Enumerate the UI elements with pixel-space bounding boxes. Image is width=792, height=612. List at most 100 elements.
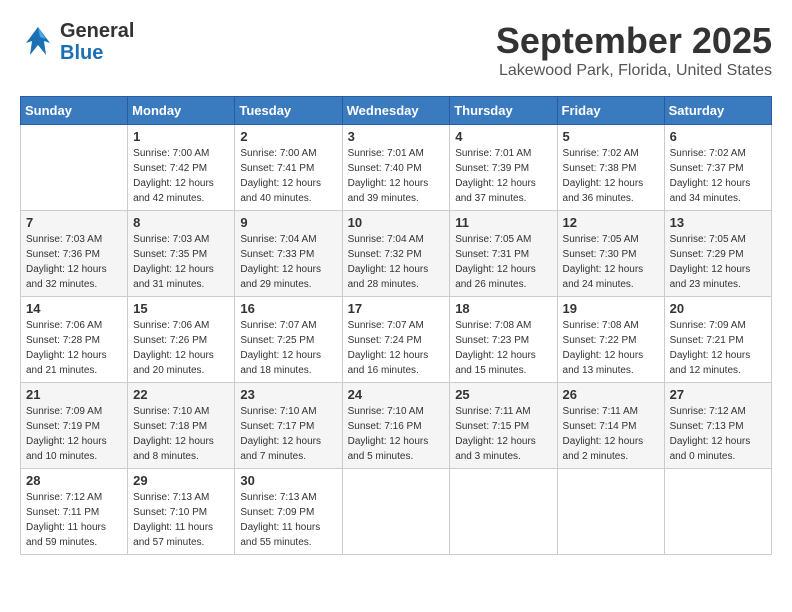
day-number: 16 <box>240 301 336 316</box>
calendar-cell: 11 Sunrise: 7:05 AMSunset: 7:31 PMDayligh… <box>450 211 557 297</box>
calendar-cell <box>450 469 557 555</box>
calendar-cell: 27Sunrise: 7:12 AMSunset: 7:13 PMDayligh… <box>664 383 771 469</box>
day-info: Sunrise: 7:00 AMSunset: 7:42 PMDaylight:… <box>133 146 229 206</box>
calendar-week-row: 21 Sunrise: 7:09 AMSunset: 7:19 PMDayligh… <box>21 383 772 469</box>
day-number: 24 <box>348 387 445 402</box>
calendar-cell: 8 Sunrise: 7:03 AMSunset: 7:35 PMDaylight… <box>128 211 235 297</box>
day-number: 6 <box>670 129 766 144</box>
day-info: Sunrise: 7:01 AMSunset: 7:40 PMDaylight:… <box>348 146 445 206</box>
calendar-cell: 4Sunrise: 7:01 AMSunset: 7:39 PMDaylight… <box>450 125 557 211</box>
calendar-table: SundayMondayTuesdayWednesdayThursdayFrid… <box>20 96 772 555</box>
day-info: Sunrise: 7:09 AMSunset: 7:21 PMDaylight:… <box>670 318 766 378</box>
calendar-cell: 6 Sunrise: 7:02 AMSunset: 7:37 PMDaylight… <box>664 125 771 211</box>
calendar-cell <box>21 125 128 211</box>
day-number: 17 <box>348 301 445 316</box>
day-info: Sunrise: 7:07 AMSunset: 7:25 PMDaylight:… <box>240 318 336 378</box>
day-number: 11 <box>455 215 551 230</box>
calendar-cell: 5Sunrise: 7:02 AMSunset: 7:38 PMDaylight… <box>557 125 664 211</box>
weekday-header: Thursday <box>450 97 557 125</box>
day-number: 1 <box>133 129 229 144</box>
day-info: Sunrise: 7:07 AMSunset: 7:24 PMDaylight:… <box>348 318 445 378</box>
weekday-header: Wednesday <box>342 97 450 125</box>
day-info: Sunrise: 7:02 AMSunset: 7:37 PMDaylight:… <box>670 146 766 206</box>
calendar-cell <box>664 469 771 555</box>
day-number: 20 <box>670 301 766 316</box>
weekday-header: Saturday <box>664 97 771 125</box>
day-info: Sunrise: 7:05 AMSunset: 7:31 PMDaylight:… <box>455 232 551 292</box>
day-info: Sunrise: 7:12 AMSunset: 7:13 PMDaylight:… <box>670 404 766 464</box>
page-header: General Blue September 2025 Lakewood Par… <box>20 20 772 80</box>
day-info: Sunrise: 7:03 AMSunset: 7:35 PMDaylight:… <box>133 232 229 292</box>
calendar-cell <box>557 469 664 555</box>
weekday-header-row: SundayMondayTuesdayWednesdayThursdayFrid… <box>21 97 772 125</box>
day-number: 21 <box>26 387 122 402</box>
day-number: 12 <box>563 215 659 230</box>
day-number: 30 <box>240 473 336 488</box>
day-info: Sunrise: 7:10 AMSunset: 7:17 PMDaylight:… <box>240 404 336 464</box>
calendar-cell <box>342 469 450 555</box>
calendar-cell: 14 Sunrise: 7:06 AMSunset: 7:28 PMDayligh… <box>21 297 128 383</box>
day-number: 8 <box>133 215 229 230</box>
day-info: Sunrise: 7:10 AMSunset: 7:18 PMDaylight:… <box>133 404 229 464</box>
day-number: 18 <box>455 301 551 316</box>
day-info: Sunrise: 7:01 AMSunset: 7:39 PMDaylight:… <box>455 146 551 206</box>
calendar-cell: 24 Sunrise: 7:10 AMSunset: 7:16 PMDayligh… <box>342 383 450 469</box>
logo-icon <box>20 23 56 64</box>
logo-text: General Blue <box>60 20 134 64</box>
calendar-cell: 7 Sunrise: 7:03 AMSunset: 7:36 PMDaylight… <box>21 211 128 297</box>
day-number: 3 <box>348 129 445 144</box>
day-info: Sunrise: 7:11 AMSunset: 7:15 PMDaylight:… <box>455 404 551 464</box>
calendar-cell: 15Sunrise: 7:06 AMSunset: 7:26 PMDayligh… <box>128 297 235 383</box>
calendar-cell: 1 Sunrise: 7:00 AMSunset: 7:42 PMDaylight… <box>128 125 235 211</box>
weekday-header: Monday <box>128 97 235 125</box>
weekday-header: Tuesday <box>235 97 342 125</box>
calendar-cell: 22Sunrise: 7:10 AMSunset: 7:18 PMDayligh… <box>128 383 235 469</box>
calendar-cell: 13Sunrise: 7:05 AMSunset: 7:29 PMDayligh… <box>664 211 771 297</box>
day-info: Sunrise: 7:05 AMSunset: 7:30 PMDaylight:… <box>563 232 659 292</box>
day-info: Sunrise: 7:05 AMSunset: 7:29 PMDaylight:… <box>670 232 766 292</box>
logo-general-text: General <box>60 20 134 42</box>
calendar-cell: 9 Sunrise: 7:04 AMSunset: 7:33 PMDaylight… <box>235 211 342 297</box>
day-info: Sunrise: 7:13 AMSunset: 7:10 PMDaylight:… <box>133 490 229 550</box>
day-number: 28 <box>26 473 122 488</box>
day-number: 2 <box>240 129 336 144</box>
weekday-header: Friday <box>557 97 664 125</box>
day-number: 14 <box>26 301 122 316</box>
calendar-cell: 17 Sunrise: 7:07 AMSunset: 7:24 PMDayligh… <box>342 297 450 383</box>
day-info: Sunrise: 7:10 AMSunset: 7:16 PMDaylight:… <box>348 404 445 464</box>
calendar-cell: 20 Sunrise: 7:09 AMSunset: 7:21 PMDayligh… <box>664 297 771 383</box>
day-number: 26 <box>563 387 659 402</box>
day-info: Sunrise: 7:09 AMSunset: 7:19 PMDaylight:… <box>26 404 122 464</box>
calendar-cell: 2 Sunrise: 7:00 AMSunset: 7:41 PMDaylight… <box>235 125 342 211</box>
day-info: Sunrise: 7:04 AMSunset: 7:33 PMDaylight:… <box>240 232 336 292</box>
calendar-cell: 3 Sunrise: 7:01 AMSunset: 7:40 PMDaylight… <box>342 125 450 211</box>
calendar-cell: 12 Sunrise: 7:05 AMSunset: 7:30 PMDayligh… <box>557 211 664 297</box>
calendar-cell: 21 Sunrise: 7:09 AMSunset: 7:19 PMDayligh… <box>21 383 128 469</box>
day-number: 7 <box>26 215 122 230</box>
day-number: 23 <box>240 387 336 402</box>
calendar-cell: 26 Sunrise: 7:11 AMSunset: 7:14 PMDayligh… <box>557 383 664 469</box>
calendar-week-row: 28Sunrise: 7:12 AMSunset: 7:11 PMDayligh… <box>21 469 772 555</box>
calendar-cell: 28Sunrise: 7:12 AMSunset: 7:11 PMDayligh… <box>21 469 128 555</box>
day-info: Sunrise: 7:11 AMSunset: 7:14 PMDaylight:… <box>563 404 659 464</box>
day-number: 5 <box>563 129 659 144</box>
day-number: 15 <box>133 301 229 316</box>
calendar-week-row: 14 Sunrise: 7:06 AMSunset: 7:28 PMDayligh… <box>21 297 772 383</box>
day-info: Sunrise: 7:06 AMSunset: 7:28 PMDaylight:… <box>26 318 122 378</box>
day-number: 19 <box>563 301 659 316</box>
calendar-cell: 25 Sunrise: 7:11 AMSunset: 7:15 PMDayligh… <box>450 383 557 469</box>
day-info: Sunrise: 7:00 AMSunset: 7:41 PMDaylight:… <box>240 146 336 206</box>
month-title: September 2025 <box>496 20 772 62</box>
day-number: 25 <box>455 387 551 402</box>
day-info: Sunrise: 7:13 AMSunset: 7:09 PMDaylight:… <box>240 490 336 550</box>
location-text: Lakewood Park, Florida, United States <box>496 62 772 80</box>
day-number: 10 <box>348 215 445 230</box>
calendar-cell: 19Sunrise: 7:08 AMSunset: 7:22 PMDayligh… <box>557 297 664 383</box>
day-info: Sunrise: 7:03 AMSunset: 7:36 PMDaylight:… <box>26 232 122 292</box>
day-info: Sunrise: 7:08 AMSunset: 7:23 PMDaylight:… <box>455 318 551 378</box>
calendar-cell: 16 Sunrise: 7:07 AMSunset: 7:25 PMDayligh… <box>235 297 342 383</box>
calendar-cell: 29Sunrise: 7:13 AMSunset: 7:10 PMDayligh… <box>128 469 235 555</box>
calendar-cell: 30 Sunrise: 7:13 AMSunset: 7:09 PMDayligh… <box>235 469 342 555</box>
day-info: Sunrise: 7:04 AMSunset: 7:32 PMDaylight:… <box>348 232 445 292</box>
day-number: 9 <box>240 215 336 230</box>
